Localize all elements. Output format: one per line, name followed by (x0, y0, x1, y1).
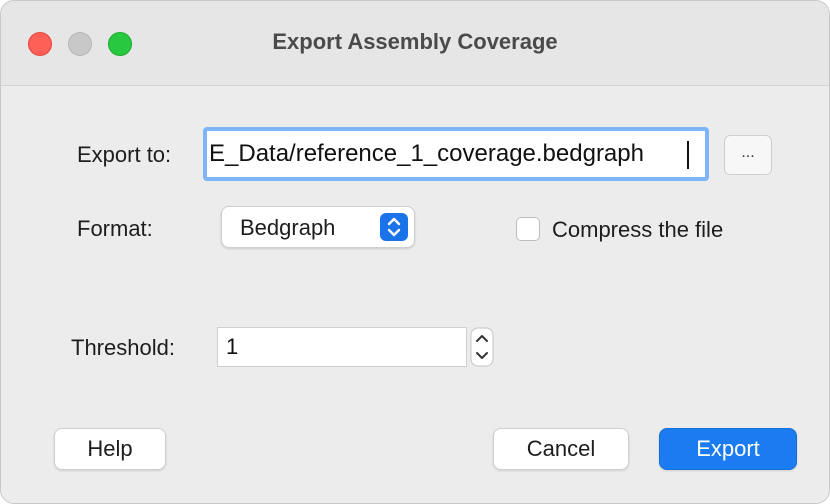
threshold-label: Threshold: (71, 335, 175, 360)
export-to-label: Export to: (77, 142, 172, 167)
export-coverage-dialog: Export Assembly Coverage Export to: E_Da… (0, 0, 830, 504)
compress-checkbox[interactable] (516, 217, 540, 241)
format-select[interactable]: Bedgraph (221, 206, 415, 248)
stepper-up-down-icon[interactable] (468, 327, 496, 367)
cancel-button[interactable]: Cancel (493, 428, 629, 470)
chevron-up-down-icon (380, 213, 408, 241)
help-button[interactable]: Help (54, 428, 166, 470)
title-bar[interactable]: Export Assembly Coverage (1, 1, 829, 86)
export-path-input[interactable]: E_Data/reference_1_coverage.bedgraph (203, 127, 709, 181)
threshold-input[interactable]: 1 (217, 327, 467, 367)
window-title: Export Assembly Coverage (272, 29, 558, 54)
text-caret (687, 141, 689, 169)
format-select-value: Bedgraph (240, 215, 336, 240)
format-label: Format: (77, 216, 153, 241)
export-button[interactable]: Export (659, 428, 797, 470)
browse-button[interactable]: ... (724, 135, 772, 175)
export-path-value: E_Data/reference_1_coverage.bedgraph (209, 140, 644, 167)
compress-label[interactable]: Compress the file (552, 217, 723, 243)
